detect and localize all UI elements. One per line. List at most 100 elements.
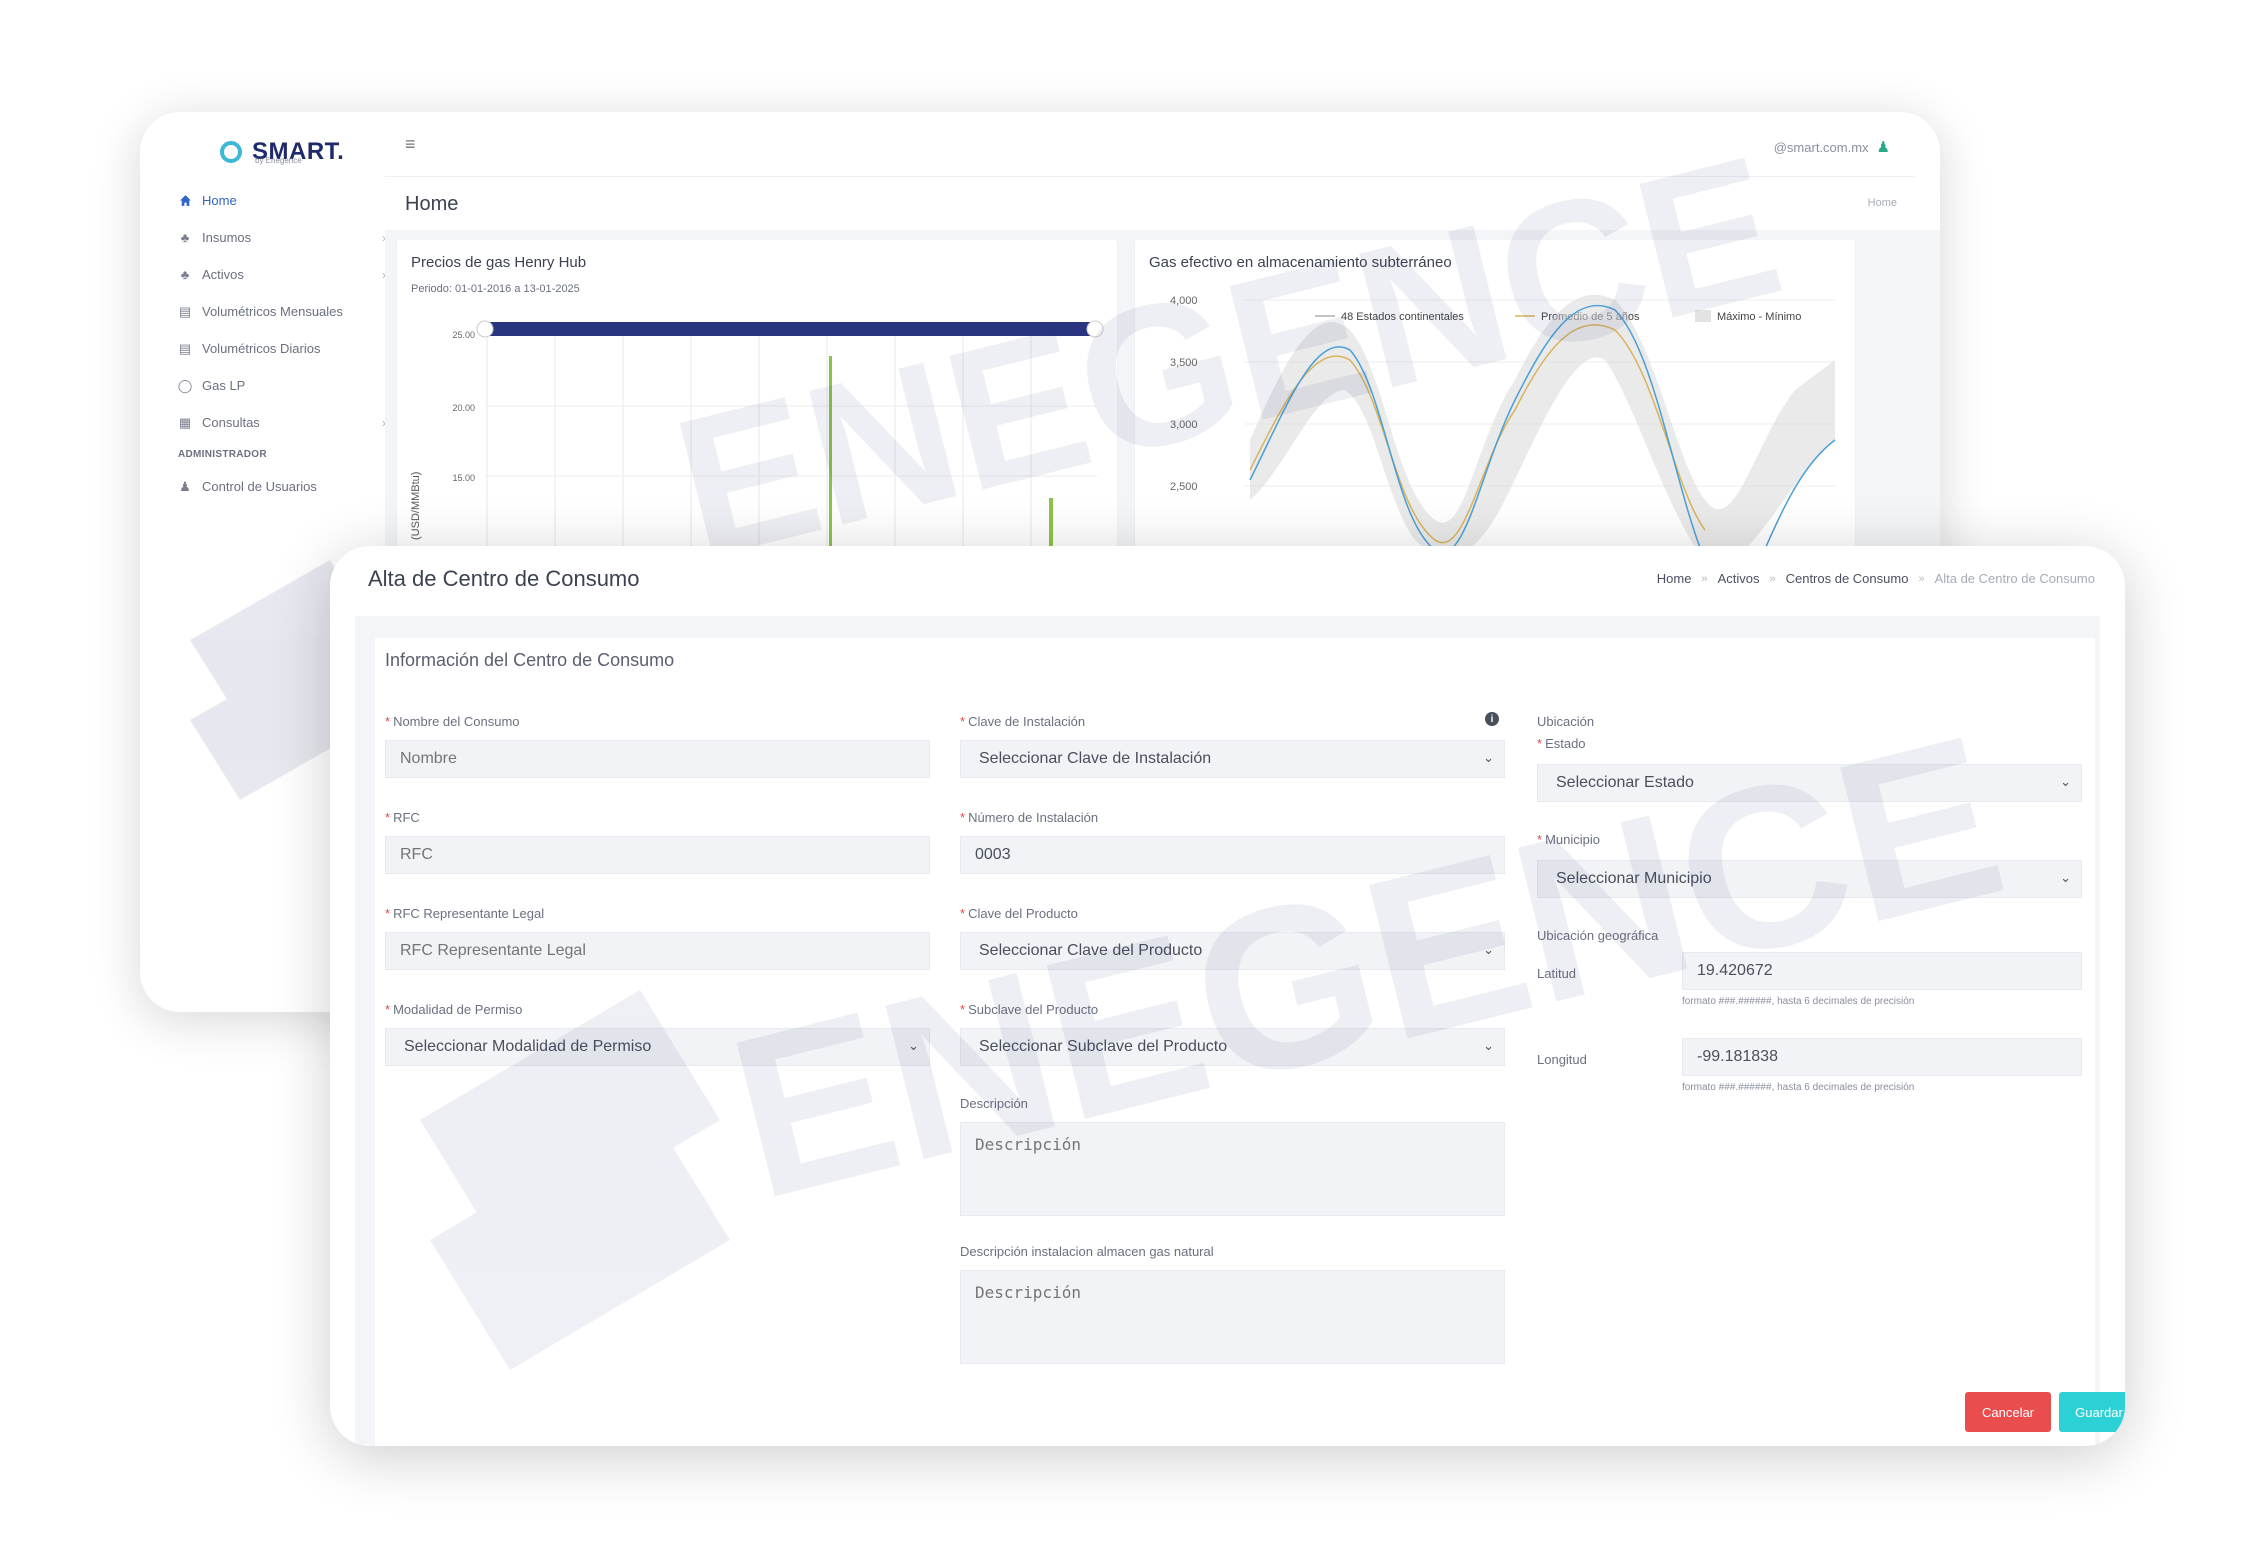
info-icon[interactable]: i: [1485, 712, 1499, 726]
y-tick: 4,000: [1170, 295, 1198, 307]
rfc-label: * RFC: [385, 810, 420, 825]
municipio-select[interactable]: Seleccionar Municipio ⌄: [1537, 860, 2082, 898]
clave-instalacion-select[interactable]: Seleccionar Clave de Instalación ⌄: [960, 740, 1505, 778]
legend-swatch: [1695, 310, 1711, 322]
sidebar-item-label: Gas LP: [202, 378, 246, 393]
group-icon: ♣: [180, 267, 190, 282]
y-axis-label: (USD/MMBtu): [410, 472, 422, 540]
logo-drop-icon: [220, 141, 242, 163]
select-value: Seleccionar Modalidad de Permiso: [404, 1038, 652, 1055]
select-value: Seleccionar Estado: [1556, 774, 1694, 791]
latitud-label: Latitud: [1537, 966, 1577, 981]
page-header: Home Home: [385, 176, 1915, 231]
chevron-down-icon: ⌄: [1483, 750, 1494, 765]
latitud-hint: formato ###.######, hasta 6 decimales de…: [1682, 996, 1915, 1007]
y-tick: 15.00: [452, 473, 475, 483]
form-title: Alta de Centro de Consumo: [368, 566, 640, 591]
sidebar-item-label: Home: [202, 193, 237, 208]
table-icon: ▦: [178, 414, 192, 430]
longitud-input[interactable]: [1682, 1038, 2082, 1076]
breadcrumb-separator-icon: »: [1701, 572, 1708, 585]
sidebar-item-activos[interactable]: ♣ Activos ›: [178, 256, 386, 293]
user-icon: ♟: [1876, 139, 1890, 156]
select-value: Seleccionar Subclave del Producto: [979, 1038, 1228, 1055]
breadcrumb-separator-icon: »: [1918, 572, 1925, 585]
sidebar-item-insumos[interactable]: ♣ Insumos ›: [178, 219, 386, 256]
breadcrumb: Home » Activos » Centros de Consumo » Al…: [1657, 571, 2095, 586]
latitud-input[interactable]: [1682, 952, 2082, 990]
sidebar-item-volumetricos-diarios[interactable]: ▤ Volumétricos Diarios: [178, 330, 378, 367]
y-tick: 20.00: [452, 403, 475, 413]
descripcion-almacen-textarea[interactable]: [960, 1270, 1505, 1364]
panel-title: Información del Centro de Consumo: [385, 650, 675, 670]
legend-item: 48 Estados continentales: [1341, 311, 1464, 323]
y-tick: 25.00: [452, 330, 475, 340]
save-button[interactable]: Guardar: [2059, 1392, 2125, 1432]
chevron-down-icon: ⌄: [1483, 942, 1494, 957]
numero-instalacion-input[interactable]: [960, 836, 1505, 874]
nombre-input[interactable]: [385, 740, 930, 778]
longitud-hint: formato ###.######, hasta 6 decimales de…: [1682, 1082, 1915, 1093]
document-icon: ▤: [178, 340, 192, 356]
breadcrumb-current: Alta de Centro de Consumo: [1934, 571, 2095, 586]
modalidad-select[interactable]: Seleccionar Modalidad de Permiso ⌄: [385, 1028, 930, 1066]
breadcrumb-centros[interactable]: Centros de Consumo: [1786, 571, 1909, 586]
user-menu[interactable]: @smart.com.mx ♟: [1774, 138, 1890, 156]
y-tick: 3,500: [1170, 357, 1198, 369]
subclave-label: * Subclave del Producto: [960, 1002, 1099, 1017]
rfc-input[interactable]: [385, 836, 930, 874]
brand-tagline: by Enegence: [255, 156, 302, 165]
sidebar-item-label: Control de Usuarios: [202, 479, 317, 494]
breadcrumb-activos[interactable]: Activos: [1718, 571, 1760, 586]
menu-toggle-icon[interactable]: ≡: [405, 134, 416, 155]
longitud-label: Longitud: [1537, 1052, 1587, 1067]
select-value: Seleccionar Clave del Producto: [979, 942, 1203, 959]
select-value: Seleccionar Municipio: [1556, 870, 1712, 887]
page-title: Home: [405, 193, 459, 215]
form-header: Alta de Centro de Consumo Home » Activos…: [330, 546, 2125, 616]
range-selector: [489, 322, 1091, 336]
brand-logo[interactable]: SMART.: [220, 132, 344, 172]
breadcrumb[interactable]: Home: [1868, 197, 1897, 209]
sidebar-item-label: Activos: [202, 267, 244, 282]
sidebar-item-label: Insumos: [202, 230, 252, 245]
chevron-down-icon: ⌄: [2060, 774, 2071, 789]
form-window: Alta de Centro de Consumo Home » Activos…: [330, 546, 2125, 1446]
drop-icon: ◯: [177, 377, 193, 393]
descripcion-almacen-label: Descripción instalacion almacen gas natu…: [960, 1244, 1214, 1259]
estado-label: * Estado: [1537, 736, 1586, 751]
sidebar-item-gas-lp[interactable]: ◯ Gas LP: [178, 367, 378, 404]
sidebar-item-label: Volumétricos Mensuales: [202, 304, 343, 319]
cancel-button[interactable]: Cancelar: [1965, 1392, 2051, 1432]
clave-instalacion-label: * Clave de Instalación: [960, 714, 1086, 729]
sidebar-item-consultas[interactable]: ▦ Consultas ›: [178, 404, 386, 441]
rfc-representante-input[interactable]: [385, 932, 930, 970]
breadcrumb-home[interactable]: Home: [1657, 571, 1692, 586]
sidebar-item-control-usuarios[interactable]: ♟ Control de Usuarios: [178, 468, 378, 505]
sidebar-item-home[interactable]: Home: [178, 182, 378, 219]
nombre-label: * Nombre del Consumo: [385, 714, 520, 729]
document-icon: ▤: [178, 303, 192, 319]
subclave-select[interactable]: Seleccionar Subclave del Producto ⌄: [960, 1028, 1505, 1066]
numero-instalacion-label: * Número de Instalación: [960, 810, 1099, 825]
ubicacion-heading: Ubicación: [1537, 714, 1595, 729]
sidebar-item-label: Volumétricos Diarios: [202, 341, 321, 356]
top-bar: ≡ @smart.com.mx ♟: [385, 112, 1940, 176]
sidebar-section-title: ADMINISTRADOR: [178, 449, 267, 460]
chevron-down-icon: ⌄: [1483, 1038, 1494, 1053]
ubicacion-geografica-label: Ubicación geográfica: [1537, 928, 1659, 943]
min-max-band: [1250, 294, 1835, 570]
descripcion-label: Descripción: [960, 1096, 1028, 1111]
y-tick: 2,500: [1170, 481, 1198, 493]
clave-producto-select[interactable]: Seleccionar Clave del Producto ⌄: [960, 932, 1505, 970]
users-icon: ♟: [179, 478, 191, 494]
range-handle-left: [476, 320, 494, 338]
sidebar-item-volumetricos-mensuales[interactable]: ▤ Volumétricos Mensuales: [178, 293, 378, 330]
estado-select[interactable]: Seleccionar Estado ⌄: [1537, 764, 2082, 802]
descripcion-textarea[interactable]: [960, 1122, 1505, 1216]
clave-producto-label: * Clave del Producto: [960, 906, 1078, 921]
sidebar-menu: Home ♣ Insumos › ♣ Activos › ▤ Volumétricos M…: [178, 182, 386, 505]
form-panel: Información del Centro de Consumo * Nombr…: [375, 638, 2125, 1446]
breadcrumb-separator-icon: »: [1769, 572, 1776, 585]
select-value: Seleccionar Clave de Instalación: [979, 750, 1212, 767]
